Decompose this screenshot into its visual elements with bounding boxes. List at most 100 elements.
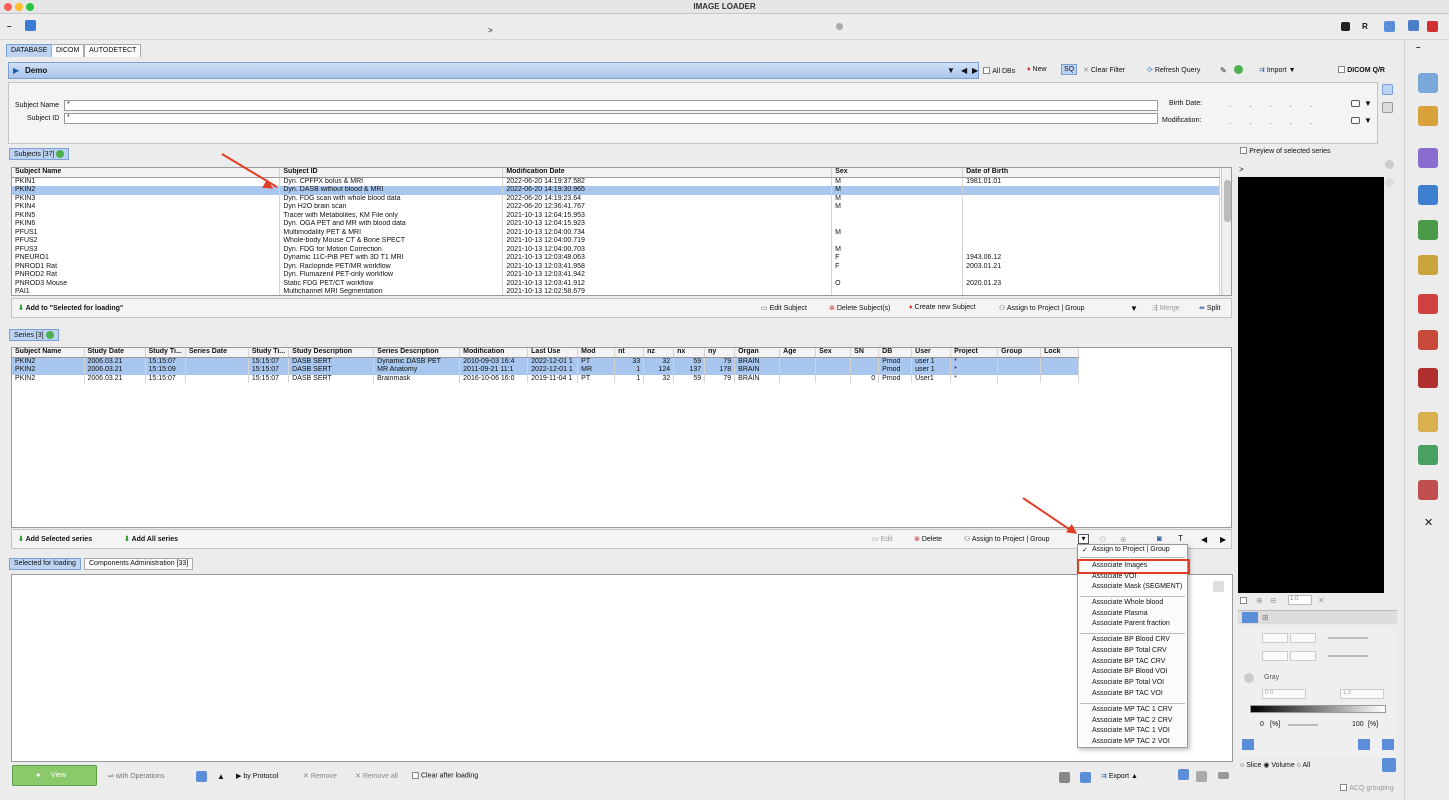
- with-operations-button[interactable]: ⇌ with Operations: [108, 772, 164, 780]
- zoom-field[interactable]: 1.0: [1288, 595, 1312, 605]
- zoom-out-icon[interactable]: ⊖: [1270, 596, 1277, 605]
- folder-icon[interactable]: [1080, 772, 1091, 783]
- assign-project-button[interactable]: ⚇ Assign to Project | Group: [999, 304, 1085, 312]
- table-row[interactable]: PFUS1 Multimodality PET & MRI 2021-10-13 1…: [12, 228, 1220, 237]
- load-icon[interactable]: [25, 20, 36, 31]
- column-header[interactable]: Subject ID: [279, 168, 504, 178]
- panel-icon[interactable]: [1218, 772, 1229, 779]
- view-button[interactable]: ✦ View: [12, 765, 97, 786]
- view-mode-3-icon[interactable]: [1382, 739, 1394, 750]
- max-input[interactable]: [1290, 633, 1316, 643]
- menu-item-mp-tac2-crv[interactable]: Associate MP TAC 2 CRV: [1092, 717, 1172, 724]
- menu-item-assign[interactable]: Assign to Project | Group: [1092, 546, 1170, 553]
- assign-dropdown-icon[interactable]: ▼: [1130, 304, 1138, 313]
- display-icon[interactable]: [1178, 769, 1189, 780]
- table-row[interactable]: PKIN2 2006.03.21 15:15:07 15:15:07 DASB SERT…: [12, 374, 1080, 383]
- table-row[interactable]: PNROD2 Rat Dyn. Flumazenil PET-only workf…: [12, 271, 1220, 280]
- preview-expand[interactable]: >: [1239, 165, 1244, 174]
- refresh-query-button[interactable]: ⟳ Refresh Query: [1147, 66, 1200, 74]
- table-row[interactable]: PKIN2 2006.03.21 15:15:07 15:15:07 DASB SERT…: [12, 357, 1080, 366]
- sq-button[interactable]: SQ: [1061, 64, 1078, 75]
- by-protocol-button[interactable]: ▶ by Protocol: [236, 772, 278, 780]
- remove-all-button[interactable]: ✕ Remove all: [355, 772, 398, 780]
- table-row[interactable]: PFUS2 Whole-body Mouse CT & Bone SPECT 202…: [12, 237, 1220, 246]
- table-row[interactable]: PKIN2 Dyn. DASB without blood & MRI 2022-0…: [12, 186, 1220, 195]
- zoom-icon[interactable]: ⊕: [1120, 535, 1127, 544]
- tool-icon[interactable]: [1385, 178, 1394, 187]
- minus-icon[interactable]: –: [7, 22, 11, 31]
- edit-subject-button[interactable]: ▭ Edit Subject: [761, 304, 807, 312]
- modification-field[interactable]: .....: [1229, 117, 1330, 126]
- clear-filter-button[interactable]: ✕ Clear Filter: [1083, 66, 1125, 74]
- sidebar-tool-3d-icon[interactable]: [1418, 148, 1438, 168]
- column-header[interactable]: Study Description: [288, 348, 375, 358]
- calendar-icon[interactable]: [1351, 100, 1360, 107]
- column-header[interactable]: nz: [643, 348, 675, 358]
- zoom-in-icon[interactable]: ⊕: [1256, 596, 1263, 605]
- save-icon[interactable]: [1059, 772, 1070, 783]
- mod-dropdown-icon[interactable]: ▼: [1364, 116, 1372, 125]
- delete-series-button[interactable]: ⊗ Delete: [914, 535, 942, 543]
- remove-button[interactable]: ✕ Remove: [303, 772, 337, 780]
- sidebar-tool-kinetic-icon[interactable]: [1418, 220, 1438, 240]
- sidebar-tool-compare-icon[interactable]: [1418, 185, 1438, 205]
- tab-dicom[interactable]: DICOM: [51, 44, 85, 57]
- column-header[interactable]: Date of Birth: [962, 168, 1220, 178]
- pct-slider[interactable]: [1288, 724, 1318, 726]
- table-row[interactable]: PNEURO1 Dynamic 11C-PiB PET with 3D T1 MR…: [12, 254, 1220, 263]
- split-button[interactable]: ⇹ Split: [1199, 304, 1220, 312]
- column-header[interactable]: Sex: [815, 348, 852, 358]
- column-header[interactable]: DB: [878, 348, 913, 358]
- table-row[interactable]: PNROD1 Rat Dyn. Raclopride PET/MR workflo…: [12, 262, 1220, 271]
- column-header[interactable]: Subject Name: [12, 348, 85, 358]
- loading-list[interactable]: [11, 574, 1233, 762]
- menu-item-bp-tac-crv[interactable]: Associate BP TAC CRV: [1092, 658, 1165, 665]
- sidebar-tool-db-icon[interactable]: [1418, 480, 1438, 500]
- camera-icon[interactable]: ◙: [1157, 534, 1162, 543]
- filter-mode-icon[interactable]: [1382, 84, 1393, 95]
- column-header[interactable]: Series Date: [185, 348, 249, 358]
- clear-after-loading-checkbox[interactable]: [412, 772, 419, 779]
- merge-button[interactable]: ⇶ Merge: [1152, 304, 1180, 312]
- menu-item-bp-total-crv[interactable]: Associate BP Total CRV: [1092, 647, 1167, 654]
- column-header[interactable]: Subject Name: [12, 168, 281, 178]
- preview-apply-icon[interactable]: [1382, 758, 1396, 772]
- preview-checkbox[interactable]: [1240, 147, 1247, 155]
- sidebar-tool-seg-icon[interactable]: [1418, 412, 1438, 432]
- r-button[interactable]: R: [1362, 22, 1368, 31]
- colorbar[interactable]: [1250, 705, 1386, 713]
- import-button[interactable]: ⇉ Import ▼: [1259, 66, 1296, 74]
- reset-zoom-icon[interactable]: ✕: [1318, 596, 1325, 605]
- prev-series-icon[interactable]: ◀: [1201, 535, 1207, 544]
- menu-item-mp-tac1-crv[interactable]: Associate MP TAC 1 CRV: [1092, 706, 1172, 713]
- add-selected-series-button[interactable]: ⬇ Add Selected series: [18, 535, 92, 543]
- menu-item-bp-blood-crv[interactable]: Associate BP Blood CRV: [1092, 636, 1170, 643]
- menu-item-bp-total-voi[interactable]: Associate BP Total VOI: [1092, 679, 1164, 686]
- preview-viewport[interactable]: [1238, 177, 1384, 593]
- tool-icon[interactable]: [1385, 160, 1394, 169]
- slice-radio[interactable]: ○: [1240, 762, 1244, 769]
- preview-tab-1[interactable]: [1242, 612, 1258, 623]
- menu-item-bp-blood-voi[interactable]: Associate BP Blood VOI: [1092, 668, 1167, 675]
- menu-item-associate-mask[interactable]: Associate Mask (SEGMENT): [1092, 583, 1182, 590]
- lut-select[interactable]: Gray: [1264, 674, 1279, 681]
- table-row[interactable]: PAI1 Multichannel MRI Segmentation 2021-10…: [12, 288, 1220, 295]
- table-row[interactable]: PKIN2 2006.03.21 15:15:09 15:15:07 DASB SERT…: [12, 366, 1080, 375]
- tool-icon[interactable]: ✎: [1220, 66, 1227, 75]
- tab-database[interactable]: DATABASE: [6, 44, 53, 57]
- column-header[interactable]: ny: [704, 348, 736, 358]
- tab-selected-for-loading[interactable]: Selected for loading: [9, 558, 81, 570]
- network-icon[interactable]: [1384, 21, 1395, 32]
- column-header[interactable]: Organ: [734, 348, 781, 358]
- sidebar-tool-pet-icon[interactable]: [1418, 294, 1438, 314]
- terminal-icon[interactable]: [1341, 22, 1350, 31]
- column-header[interactable]: Project: [950, 348, 999, 358]
- birth-dropdown-icon[interactable]: ▼: [1364, 99, 1372, 108]
- menu-item-plasma[interactable]: Associate Plasma: [1092, 610, 1148, 617]
- all-dbs-checkbox[interactable]: [983, 67, 990, 75]
- list-tool-icon[interactable]: [1213, 581, 1224, 592]
- sidebar-tool-map-icon[interactable]: [1418, 255, 1438, 275]
- exit-icon[interactable]: [1427, 21, 1438, 32]
- expand-chevron[interactable]: >: [488, 26, 493, 35]
- sidebar-tool-brain-icon[interactable]: [1418, 368, 1438, 388]
